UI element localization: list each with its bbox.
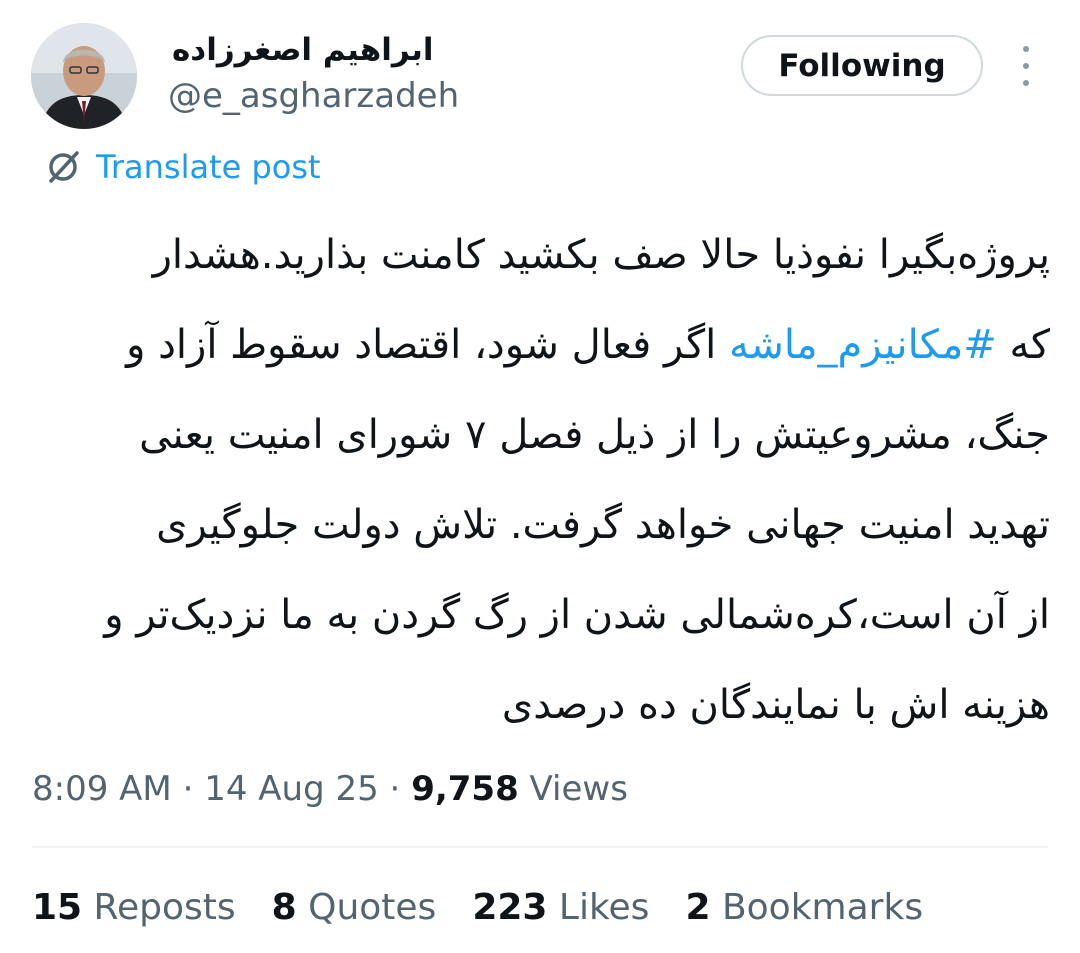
quotes-count: 8 [271, 887, 297, 928]
bookmarks-count: 2 [685, 887, 711, 928]
views-count[interactable]: 9,758 [411, 769, 519, 809]
dot [1023, 46, 1029, 52]
post-line: که #مکانیزم_ماشه اگر فعال شود، اقتصاد سق… [30, 300, 1050, 390]
translate-post-label: Translate post [96, 148, 321, 186]
post-date[interactable]: 14 Aug 25 [204, 769, 379, 809]
likes-stat[interactable]: 223 Likes [472, 884, 649, 932]
likes-label: Likes [547, 887, 650, 928]
reposts-stat[interactable]: 15 Reposts [32, 884, 236, 932]
post-text: پروژه‌بگیرا نفوذیا حالا صف بکشید کامنت ب… [30, 210, 1050, 750]
avatar-image [31, 23, 137, 129]
quotes-label: Quotes [296, 887, 437, 928]
avatar[interactable] [31, 23, 137, 129]
author-display-name[interactable]: ابراهیم اصغرزاده [172, 30, 433, 70]
translate-icon [49, 151, 79, 183]
hashtag-link[interactable]: #مکانیزم_ماشه [729, 322, 997, 368]
post-text-fragment: اگر فعال شود، اقتصاد سقوط آزاد و [126, 322, 729, 368]
bookmarks-label: Bookmarks [710, 887, 924, 928]
divider [32, 846, 1048, 848]
author-handle[interactable]: @e_asgharzadeh [168, 74, 459, 118]
meta-separator: · [378, 769, 412, 809]
post-text-fragment: که [996, 322, 1051, 368]
translate-post-link[interactable]: Translate post [44, 145, 321, 189]
views-label[interactable]: Views [519, 769, 628, 809]
reposts-label: Reposts [82, 887, 236, 928]
post-time[interactable]: 8:09 AM [32, 769, 172, 809]
post-line: از آن است،کره‌شمالی شدن از رگ گردن به ما… [104, 592, 1050, 638]
meta-separator: · [171, 769, 205, 809]
dot [1023, 63, 1029, 69]
post-line: تهدید امنیت جهانی خواهد گرفت. تلاش دولت … [156, 502, 1050, 548]
following-button[interactable]: Following [741, 35, 983, 96]
more-options-icon[interactable] [1012, 46, 1040, 86]
dot [1023, 80, 1029, 86]
engagement-stats: 15 Reposts 8 Quotes 223 Likes 2 Bookmark… [32, 884, 923, 932]
reposts-count: 15 [32, 887, 83, 928]
bookmarks-stat[interactable]: 2 Bookmarks [685, 884, 923, 932]
likes-count: 223 [472, 887, 548, 928]
post-line: پروژه‌بگیرا نفوذیا حالا صف بکشید کامنت ب… [152, 232, 1050, 278]
post-meta: 8:09 AM · 14 Aug 25 · 9,758 Views [32, 766, 628, 812]
post-line: هزینه اش با نمایندگان ده درصدی [501, 682, 1050, 728]
post-line: جنگ، مشروعیتش را از ذیل فصل ۷ شورای امنی… [139, 412, 1050, 458]
quotes-stat[interactable]: 8 Quotes [272, 884, 437, 932]
